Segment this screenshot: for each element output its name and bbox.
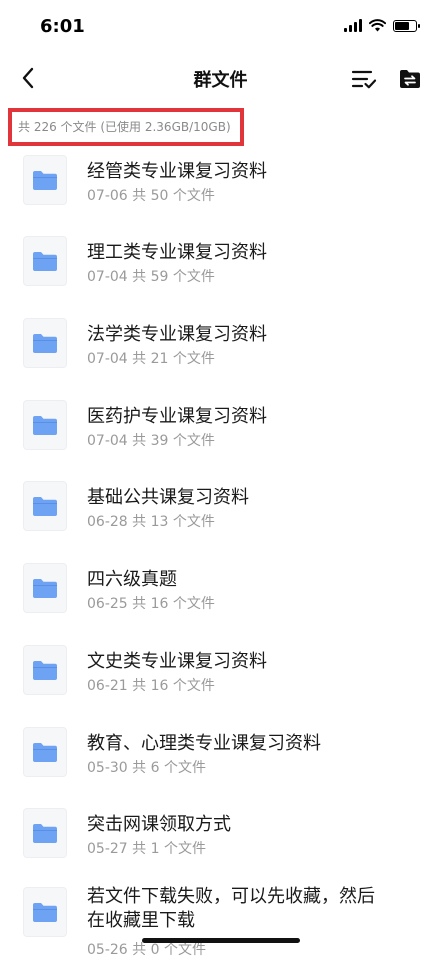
file-meta: 06-28 共 13 个文件 xyxy=(87,514,215,530)
file-name: 医药护专业课复习资料 xyxy=(87,406,267,427)
folder-tile xyxy=(23,563,67,613)
battery-level xyxy=(395,21,409,30)
file-meta: 06-21 共 16 个文件 xyxy=(87,678,215,694)
list-item[interactable]: 基础公共课复习资料 06-28 共 13 个文件 xyxy=(0,471,441,549)
file-name: 教育、心理类专业课复习资料 xyxy=(87,733,321,754)
folder-tile xyxy=(23,808,67,858)
folder-tile xyxy=(23,155,67,205)
file-name: 文史类专业课复习资料 xyxy=(87,651,267,672)
file-meta: 06-25 共 16 个文件 xyxy=(87,596,215,612)
folder-tile xyxy=(23,645,67,695)
file-meta: 07-06 共 50 个文件 xyxy=(87,188,215,204)
folder-icon xyxy=(33,742,57,762)
wifi-icon xyxy=(369,19,386,32)
folder-icon xyxy=(33,333,57,353)
status-icons xyxy=(344,19,420,32)
storage-summary-text: 共 226 个文件 (已使用 2.36GB/10GB) xyxy=(18,120,231,134)
nav-bar: 群文件 xyxy=(0,52,441,104)
file-name: 法学类专业课复习资料 xyxy=(87,324,267,345)
list-item[interactable]: 教育、心理类专业课复习资料 05-30 共 6 个文件 xyxy=(0,717,441,795)
home-indicator[interactable] xyxy=(142,938,300,943)
file-meta: 05-27 共 1 个文件 xyxy=(87,841,206,857)
file-meta: 05-30 共 6 个文件 xyxy=(87,760,206,776)
list-item[interactable]: 医药护专业课复习资料 07-04 共 39 个文件 xyxy=(0,390,441,468)
folder-tile xyxy=(23,236,67,286)
folder-tile xyxy=(23,400,67,450)
folder-icon xyxy=(33,660,57,680)
file-name: 若文件下载失败，可以先收藏，然后在收藏里下载 xyxy=(87,886,375,931)
folder-transfer-icon xyxy=(400,70,420,88)
file-meta: 07-04 共 39 个文件 xyxy=(87,433,215,449)
status-bar: 6:01 xyxy=(0,0,441,52)
folder-icon xyxy=(33,823,57,843)
storage-summary: 共 226 个文件 (已使用 2.36GB/10GB) xyxy=(0,106,441,146)
multiselect-button[interactable] xyxy=(349,64,379,94)
folder-icon xyxy=(33,496,57,516)
file-meta: 07-04 共 21 个文件 xyxy=(87,351,215,367)
folder-icon xyxy=(33,578,57,598)
folder-icon xyxy=(33,170,57,190)
file-name: 经管类专业课复习资料 xyxy=(87,161,267,182)
list-check-icon xyxy=(351,70,377,89)
folder-icon xyxy=(33,415,57,435)
list-item[interactable]: 突击网课领取方式 05-27 共 1 个文件 xyxy=(0,798,441,876)
file-name: 基础公共课复习资料 xyxy=(87,487,249,508)
file-name: 理工类专业课复习资料 xyxy=(87,242,267,263)
file-name: 四六级真题 xyxy=(87,569,177,590)
status-time: 6:01 xyxy=(40,16,85,37)
list-item[interactable]: 法学类专业课复习资料 07-04 共 21 个文件 xyxy=(0,308,441,386)
list-item[interactable]: 经管类专业课复习资料 07-06 共 50 个文件 xyxy=(0,145,441,223)
folder-icon xyxy=(33,902,57,922)
file-meta: 07-04 共 59 个文件 xyxy=(87,269,215,285)
list-item[interactable]: 文史类专业课复习资料 06-21 共 16 个文件 xyxy=(0,635,441,713)
folder-icon xyxy=(33,251,57,271)
folder-tile xyxy=(23,887,67,937)
list-item[interactable]: 四六级真题 06-25 共 16 个文件 xyxy=(0,553,441,631)
list-item[interactable]: 若文件下载失败，可以先收藏，然后在收藏里下载 05-26 共 0 个文件 xyxy=(0,885,441,958)
battery-icon xyxy=(393,19,420,32)
cellular-signal-icon xyxy=(344,19,362,32)
folder-tile xyxy=(23,481,67,531)
folder-tile xyxy=(23,318,67,368)
folder-tile xyxy=(23,727,67,777)
list-item[interactable]: 理工类专业课复习资料 07-04 共 59 个文件 xyxy=(0,226,441,304)
transfer-button[interactable] xyxy=(395,64,425,94)
file-name: 突击网课领取方式 xyxy=(87,814,231,835)
